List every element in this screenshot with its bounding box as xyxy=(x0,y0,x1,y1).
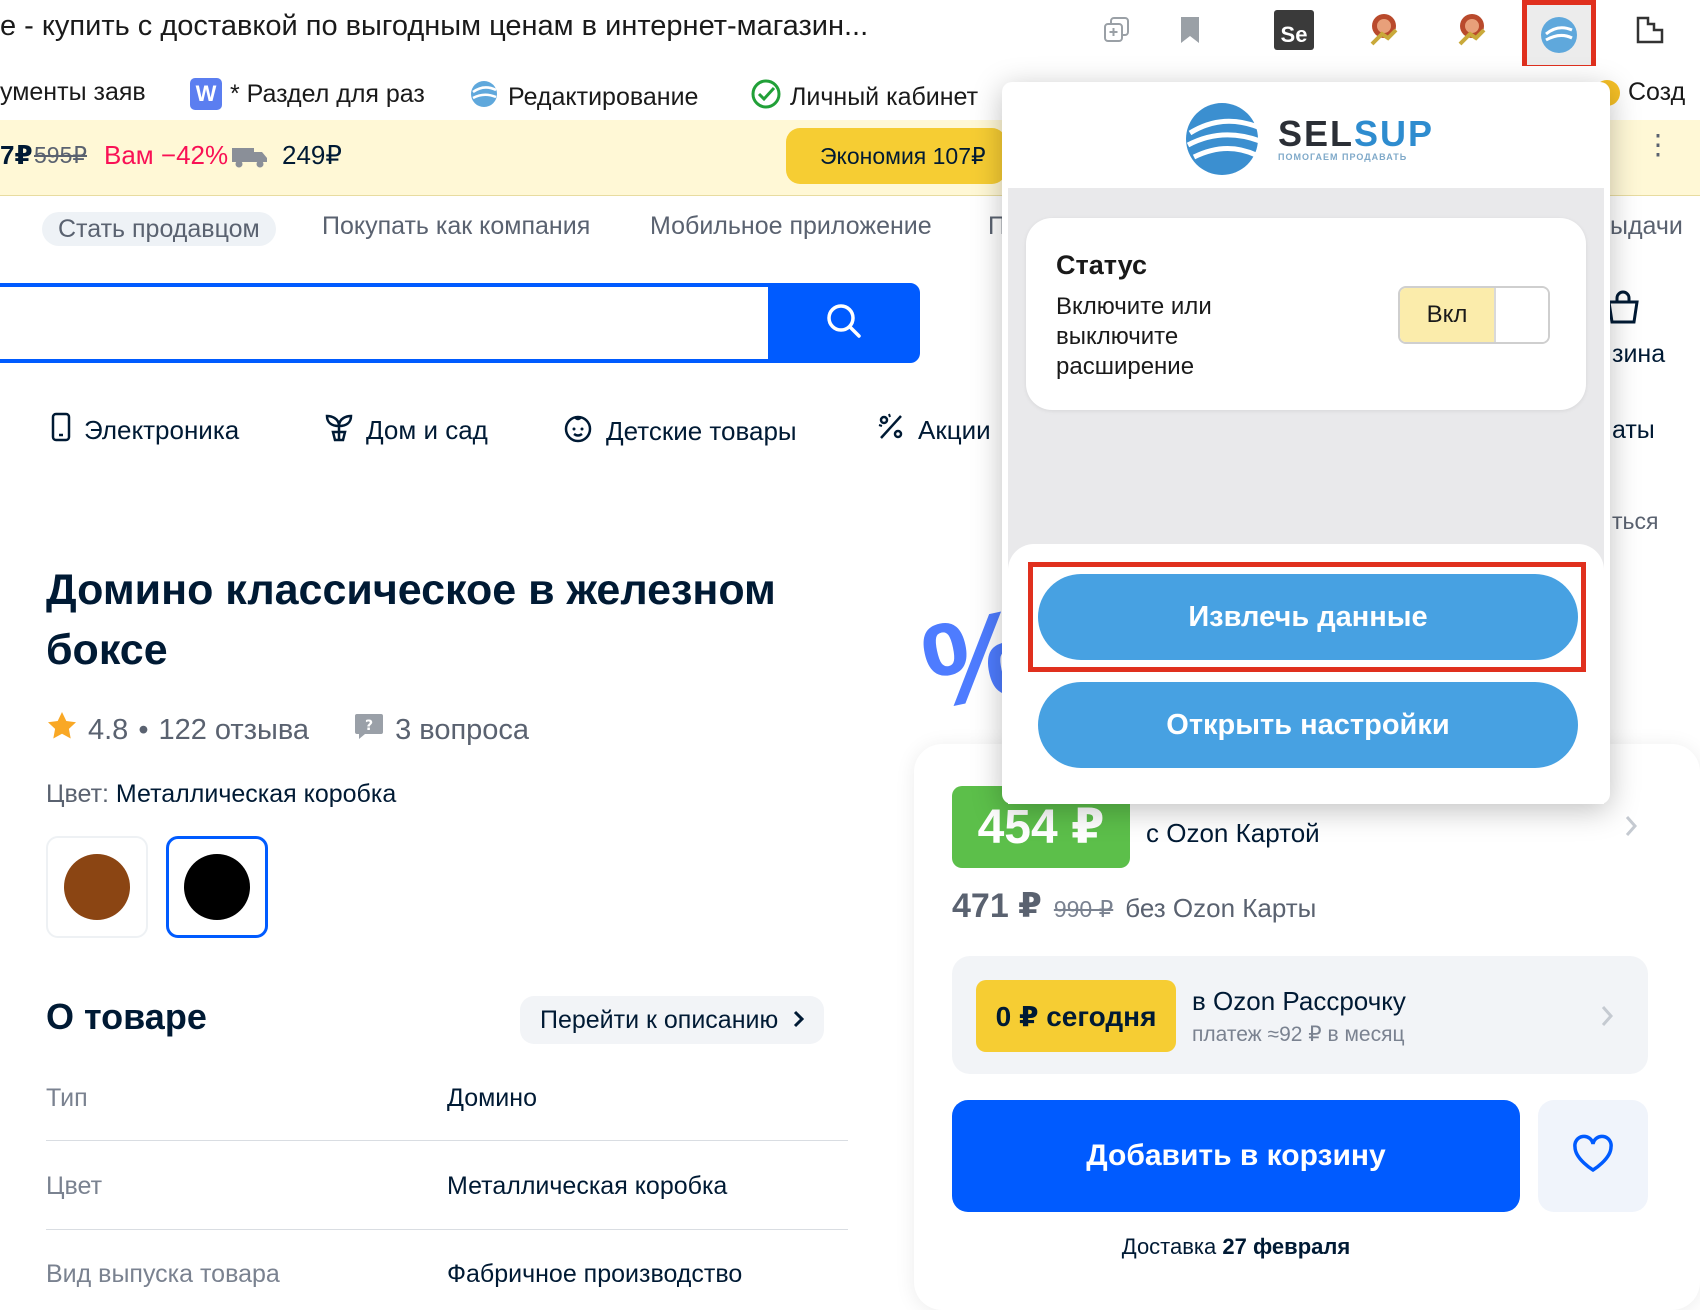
promo-discount: Вам −42% xyxy=(104,140,229,170)
heart-icon xyxy=(1571,1134,1615,1179)
bookmark-item[interactable]: Редактирование xyxy=(468,78,698,117)
search-icon xyxy=(824,301,864,346)
installment-title: в Ozon Рассрочку xyxy=(1192,986,1406,1016)
check-icon xyxy=(750,78,782,117)
divider xyxy=(46,1140,848,1141)
bookmark-icon[interactable] xyxy=(1168,8,1212,52)
question-icon: ? xyxy=(353,711,385,749)
delivery-date: 27 февраля xyxy=(1222,1234,1351,1259)
old-price: 990 ₽ xyxy=(1053,896,1114,922)
zero-today-badge: 0 ₽ сегодня xyxy=(976,980,1176,1052)
attr-value: Фабричное производство xyxy=(447,1260,743,1288)
extensions-puzzle-icon[interactable] xyxy=(1628,8,1672,52)
cart-label[interactable]: зина xyxy=(1612,340,1665,369)
go-to-description-button[interactable]: Перейти к описанию xyxy=(520,996,825,1044)
favorite-button[interactable] xyxy=(1538,1100,1648,1212)
attr-key: Вид выпуска товара xyxy=(46,1260,280,1288)
attr-key: Цвет xyxy=(46,1172,103,1200)
chevron-right-icon[interactable] xyxy=(1600,1004,1614,1033)
star-icon xyxy=(46,710,78,750)
extract-data-button[interactable]: Извлечь данные xyxy=(1038,574,1578,660)
product-title: Домино классическое в железном боксе xyxy=(46,566,776,674)
attr-key: Тип xyxy=(46,1084,88,1112)
percent-icon xyxy=(876,412,906,449)
selenium-extension-icon[interactable]: Se xyxy=(1272,8,1316,52)
toggle-knob xyxy=(1496,288,1548,342)
more-menu-icon[interactable]: ⋮ xyxy=(1644,131,1672,159)
extension-mascot-icon[interactable] xyxy=(1362,8,1406,52)
promo-new-price: 249₽ xyxy=(282,140,342,170)
delivery-info: Доставка 27 февраля xyxy=(1121,1234,1351,1259)
color-swatch-brown[interactable] xyxy=(46,836,148,938)
category-electronics[interactable]: Электроника xyxy=(50,412,239,449)
status-title: Статус xyxy=(1056,250,1147,280)
selsup-extension-icon[interactable] xyxy=(1522,0,1596,70)
add-to-cart-button[interactable]: Добавить в корзину xyxy=(952,1100,1520,1212)
with-card-label: с Ozon Картой xyxy=(1146,818,1320,848)
toggle-label: Вкл xyxy=(1400,288,1496,342)
savings-button[interactable]: Экономия 107₽ xyxy=(786,128,1006,184)
color-line: Цвет: Металлическая коробка xyxy=(46,780,397,808)
open-settings-button[interactable]: Открыть настройки xyxy=(1038,682,1578,768)
bookmark-item[interactable]: ументы заяв xyxy=(0,78,146,107)
w-icon: W xyxy=(190,78,222,110)
chevron-right-icon xyxy=(792,1006,805,1035)
selsup-logo-icon xyxy=(1186,103,1261,175)
category-home-garden[interactable]: Дом и сад xyxy=(324,412,488,449)
extension-toggle[interactable]: Вкл xyxy=(1398,286,1550,344)
bookmark-item[interactable]: Личный кабинет xyxy=(750,78,978,117)
mobile-app-link[interactable]: Мобильное приложение xyxy=(650,212,932,241)
svg-text:?: ? xyxy=(365,718,373,734)
login-cut[interactable]: ться xyxy=(1612,508,1658,535)
category-promo[interactable]: Акции xyxy=(876,412,991,449)
installment-subtitle: платеж ≈92 ₽ в месяц xyxy=(1192,1023,1405,1046)
attr-value: Металлическая коробка xyxy=(447,1172,728,1200)
category-kids[interactable]: Детские товары xyxy=(562,412,797,451)
become-seller-link[interactable]: Стать продавцом xyxy=(42,212,276,246)
pickup-link[interactable]: ыдачи xyxy=(1610,212,1683,241)
cart-icon[interactable] xyxy=(1606,290,1640,331)
category-cut[interactable]: аты xyxy=(1612,416,1655,445)
about-title: О товаре xyxy=(46,996,207,1037)
rating-row[interactable]: 4.8 • 122 отзыва ? 3 вопроса xyxy=(46,710,529,750)
price-without-card: 471 ₽ 990 ₽ без Ozon Карты xyxy=(952,887,1317,925)
phone-icon xyxy=(50,412,72,449)
chevron-right-icon[interactable] xyxy=(1624,814,1638,843)
truck-icon xyxy=(232,146,268,173)
reviews-link[interactable]: 122 отзыва xyxy=(158,714,309,747)
selsup-logo: SELSUP ПОМОГАЕМ ПРОДАВАТЬ xyxy=(1176,98,1446,180)
status-description: Включите или выключите расширение xyxy=(1056,293,1212,380)
bookmark-item[interactable]: W * Раздел для раз xyxy=(190,78,425,110)
color-swatch-black[interactable] xyxy=(166,836,268,938)
divider xyxy=(46,1229,848,1230)
baby-icon xyxy=(562,412,594,451)
rating-value: 4.8 xyxy=(88,713,129,746)
promo-price-prefix: 7₽ xyxy=(0,140,33,170)
globe-icon xyxy=(468,78,500,117)
extension-mascot-2-icon[interactable] xyxy=(1450,8,1494,52)
promo-old-price: 595₽ xyxy=(34,142,88,168)
attr-value: Домино xyxy=(447,1084,537,1112)
tab-duplicate-icon[interactable] xyxy=(1095,8,1139,52)
buy-as-company-link[interactable]: Покупать как компания xyxy=(322,212,590,241)
color-value: Металлическая коробка xyxy=(115,780,397,808)
questions-link[interactable]: 3 вопроса xyxy=(395,714,529,747)
tab-title[interactable]: е - купить с доставкой по выгодным ценам… xyxy=(0,10,868,43)
plant-icon xyxy=(324,412,354,449)
search-button[interactable] xyxy=(768,283,920,363)
